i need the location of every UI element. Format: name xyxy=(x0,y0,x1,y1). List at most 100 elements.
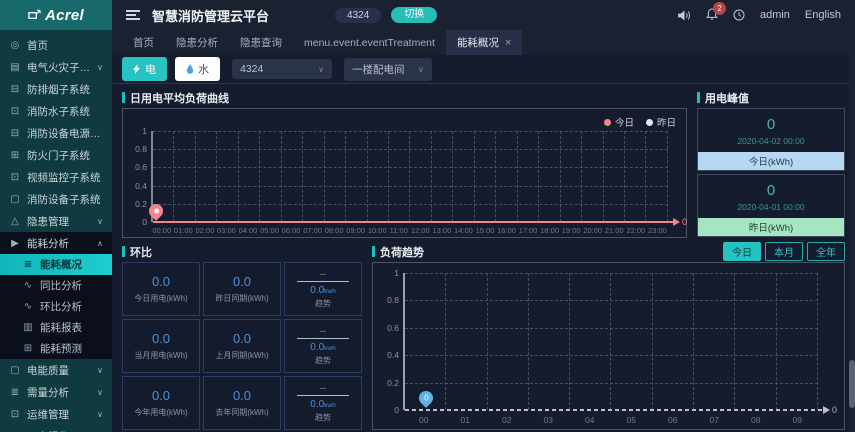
x-tick-label: 15:00 xyxy=(475,226,495,235)
sidebar-item-energy-overview[interactable]: ≡ 能耗概况 xyxy=(0,254,112,275)
scrollbar-track[interactable] xyxy=(849,30,855,432)
trend-label: 趋势 xyxy=(315,299,331,308)
gridline xyxy=(405,300,818,302)
sidebar-item-hazard-management[interactable]: △ 隐患管理 ∨ xyxy=(0,210,112,232)
tab[interactable]: menu.event.eventTreatment xyxy=(293,30,446,55)
device-select[interactable]: 4324 ∨ xyxy=(232,59,332,79)
sidebar-item-demand-analysis[interactable]: ≣ 需量分析 ∨ xyxy=(0,381,112,403)
sidebar-item-mom-analysis[interactable]: ∿ 环比分析 xyxy=(0,296,112,317)
load-trend-chart: 1 0.8 0.6 0.4 0.2 0 0 0 00 01 02 03 04 05 06 07 08 09 xyxy=(372,262,845,430)
x-tick-label: 09:00 xyxy=(346,226,366,235)
sidebar-item-user-report[interactable]: ◫ 用户报告 xyxy=(0,425,112,432)
tab[interactable]: 首页 xyxy=(122,30,165,55)
daily-load-title: 日用电平均负荷曲线 xyxy=(122,90,687,105)
tab[interactable]: 隐患分析 xyxy=(165,30,229,55)
trend-placeholder: -- xyxy=(320,383,326,393)
sidebar-item-label: 消防设备子系统 xyxy=(27,193,101,206)
water-toggle-button[interactable]: 水 xyxy=(175,57,220,81)
sidebar-item-label: 同比分析 xyxy=(40,280,82,292)
peak-card-yesterday: 0 2020-04-01 00:00 昨日(kWh) xyxy=(697,174,845,237)
trend-value-number: 0.0 xyxy=(310,285,325,296)
vertical-gridline xyxy=(604,131,625,222)
x-tick-label: 08 xyxy=(751,415,761,425)
y-tick-label: 1 xyxy=(142,126,147,136)
stat-card-year-usage: 0.0 今年用电(kWh) xyxy=(122,376,200,430)
vertical-gridline xyxy=(518,131,540,222)
tab-active-energy-overview[interactable]: 能耗概况 × xyxy=(445,30,523,55)
chevron-down-icon: ∨ xyxy=(318,64,324,74)
vertical-gridline xyxy=(694,273,736,410)
stat-card-yesterday-usage: 0.0 昨日同期(kWh) xyxy=(203,262,281,316)
range-button-year[interactable]: 全年 xyxy=(807,242,845,261)
trend-value: 0.0kwh xyxy=(310,399,335,410)
sidebar-item-video-monitoring[interactable]: ⊡ 视频监控子系统 xyxy=(0,166,112,188)
stat-value: 0.0 xyxy=(232,331,252,346)
vertical-gridlines xyxy=(153,131,668,222)
water-drop-icon xyxy=(186,64,194,74)
sidebar-item-electrical-fire[interactable]: ▤ 电气火灾子系统 ∨ xyxy=(0,56,112,78)
trend-value-unit: kwh xyxy=(324,345,336,352)
trend-value-number: 0.0 xyxy=(310,399,325,410)
vertical-gridlines xyxy=(405,273,818,410)
trend-divider xyxy=(297,338,349,339)
language-switcher[interactable]: English xyxy=(805,9,841,21)
sidebar-item-home[interactable]: ◎ 首页 xyxy=(0,34,112,56)
tab-close-icon[interactable]: × xyxy=(505,37,511,49)
sidebar-item-fire-door[interactable]: ⊞ 防火门子系统 xyxy=(0,144,112,166)
electrical-fire-icon: ▤ xyxy=(10,61,20,73)
tab-bar: 首页 隐患分析 隐患查询 menu.event.eventTreatment 能耗概况… xyxy=(112,30,855,55)
menu-collapse-icon[interactable] xyxy=(126,10,140,20)
legend-item-yesterday[interactable]: 昨日 xyxy=(645,115,676,129)
legend-item-today[interactable]: 今日 xyxy=(603,115,634,129)
mom-comparison-title: 环比 xyxy=(122,244,362,259)
sidebar-item-fire-equipment-power[interactable]: ⊟ 消防设备电源子系统 xyxy=(0,122,112,144)
sidebar-item-om-management[interactable]: ⊡ 运维管理 ∨ xyxy=(0,403,112,425)
room-select[interactable]: 一楼配电间 ∨ xyxy=(344,57,432,81)
scrollbar-thumb[interactable] xyxy=(849,360,855,408)
sidebar-item-power-quality[interactable]: ▢ 电能质量 ∨ xyxy=(0,359,112,381)
stat-label: 昨日同期(kWh) xyxy=(215,294,269,303)
x-tick-label: 08:00 xyxy=(324,226,344,235)
tab[interactable]: 隐患查询 xyxy=(229,30,293,55)
trend-value-number: 0.0 xyxy=(310,342,325,353)
sidebar-item-yoy-analysis[interactable]: ∿ 同比分析 xyxy=(0,275,112,296)
vertical-gridline xyxy=(196,131,218,222)
x-tick-label: 19:00 xyxy=(561,226,581,235)
y-axis-labels: 1 0.8 0.6 0.4 0.2 0 xyxy=(127,126,147,227)
sidebar-item-energy-report[interactable]: ▥ 能耗报表 xyxy=(0,317,112,338)
electric-toggle-button[interactable]: 电 xyxy=(122,57,167,81)
energy-analysis-icon: ▶ xyxy=(11,237,19,249)
sidebar-item-smoke-control[interactable]: ⊟ 防排烟子系统 xyxy=(0,78,112,100)
speaker-icon[interactable] xyxy=(678,9,691,21)
username[interactable]: admin xyxy=(760,9,790,21)
chart-legend: 今日 昨日 xyxy=(603,115,676,129)
x-tick-label: 22:00 xyxy=(626,226,646,235)
tab-label: 能耗概况 xyxy=(456,37,499,49)
sidebar-item-energy-forecast[interactable]: ⊞ 能耗预测 xyxy=(0,338,112,359)
sidebar-item-label: 能耗报表 xyxy=(40,322,82,334)
energy-forecast-icon: ⊞ xyxy=(23,343,33,354)
range-button-today[interactable]: 今日 xyxy=(723,242,761,261)
sidebar-item-fire-equipment[interactable]: ▢ 消防设备子系统 xyxy=(0,188,112,210)
plot-area: 0 xyxy=(146,131,687,227)
switch-button[interactable]: 切换 xyxy=(391,7,438,23)
stat-value: 0.0 xyxy=(151,274,171,289)
clock-icon[interactable] xyxy=(733,9,745,21)
gridline xyxy=(405,327,818,329)
vertical-gridline xyxy=(217,131,239,222)
x-tick-label: 07 xyxy=(709,415,719,425)
y-tick-label: 0.8 xyxy=(135,144,147,155)
vertical-gridline xyxy=(646,131,668,222)
sidebar-item-energy-analysis[interactable]: ▶ 能耗分析 ∧ xyxy=(0,232,112,254)
device-select-value: 4324 xyxy=(240,63,264,75)
x-tick-label: 02:00 xyxy=(195,226,215,235)
sidebar-item-fire-water[interactable]: ⊡ 消防水子系统 xyxy=(0,100,112,122)
range-button-month[interactable]: 本月 xyxy=(765,242,803,261)
vertical-gridline xyxy=(432,131,454,222)
section-title-text: 负荷趋势 xyxy=(380,246,424,259)
notification-bell-icon[interactable]: 2 xyxy=(706,1,726,23)
trend-value-unit: kwh xyxy=(324,288,336,295)
stat-label: 当月用电(kWh) xyxy=(134,351,188,360)
vertical-gridline xyxy=(570,273,612,410)
trend-card-daily: -- 0.0kwh 趋势 xyxy=(284,262,362,316)
